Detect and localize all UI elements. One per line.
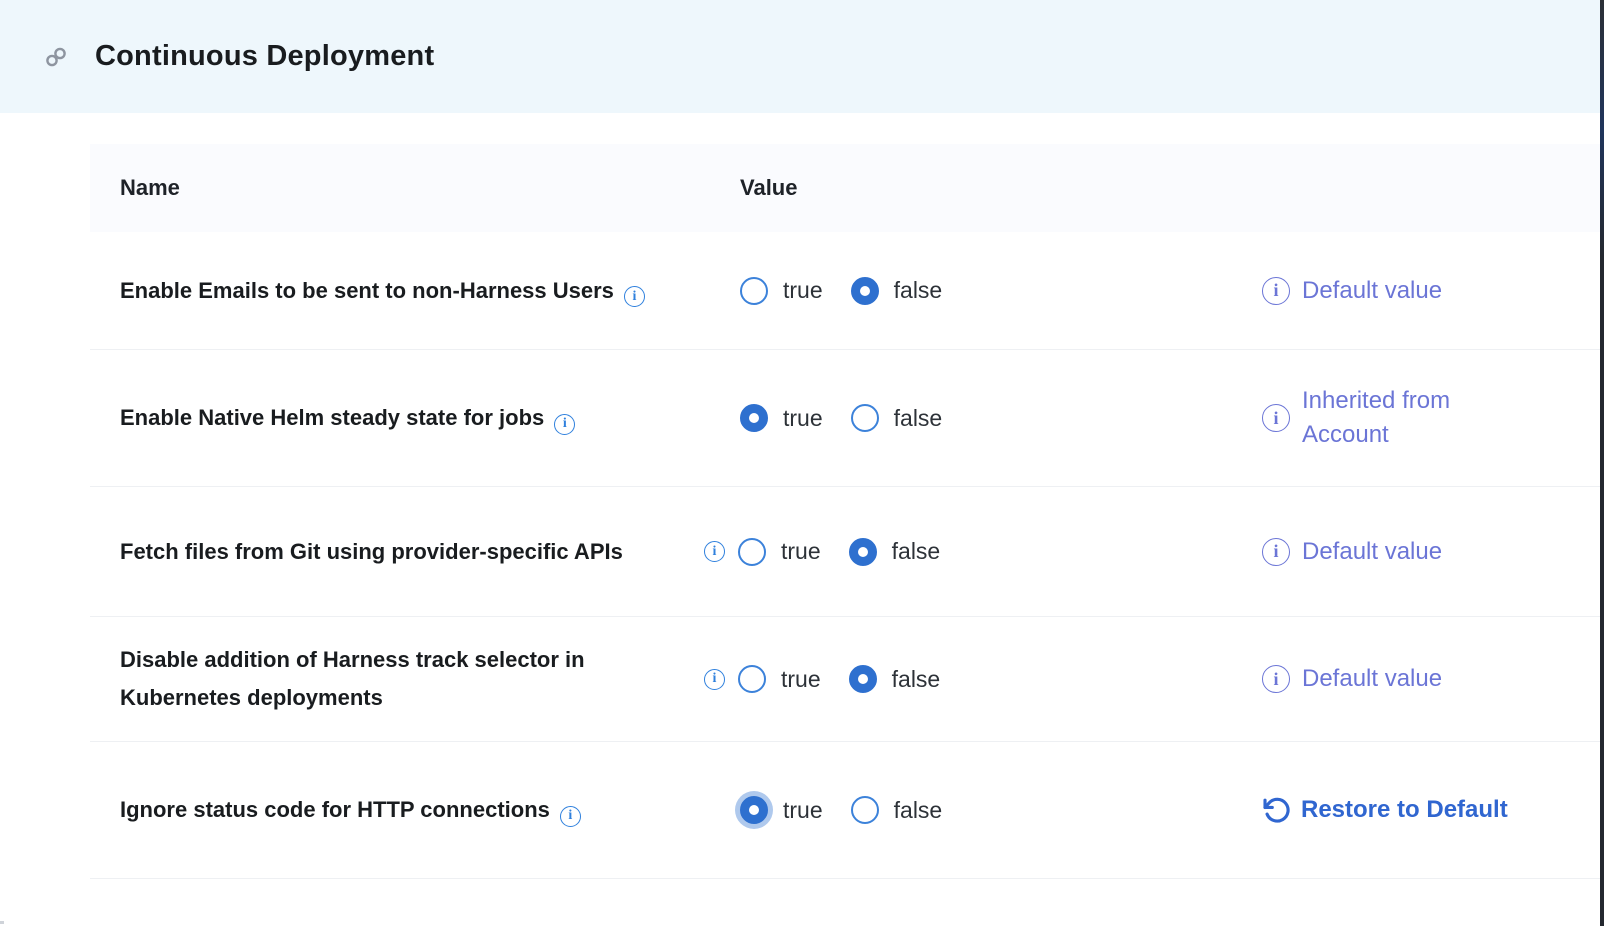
- info-icon[interactable]: i: [624, 286, 645, 307]
- setting-name: Enable Emails to be sent to non-Harness …: [120, 272, 705, 310]
- status-label[interactable]: Restore to Default: [1301, 793, 1508, 827]
- radio-option-false[interactable]: false: [851, 277, 943, 305]
- settings-page: Continuous Deployment Name Value Enable …: [0, 0, 1604, 926]
- radio-true-label[interactable]: true: [783, 277, 823, 304]
- radio-option-false[interactable]: false: [849, 665, 941, 693]
- radio-true[interactable]: [740, 404, 768, 432]
- restore-to-default-button[interactable]: Restore to Default: [1262, 793, 1508, 827]
- status-default-value: i Default value: [1262, 535, 1442, 569]
- status-label: Default value: [1302, 662, 1442, 696]
- info-icon[interactable]: i: [704, 669, 725, 690]
- info-icon[interactable]: i: [1262, 404, 1290, 432]
- radio-option-false[interactable]: false: [851, 796, 943, 824]
- setting-label: Ignore status code for HTTP connections: [120, 797, 550, 822]
- radio-group: i true false: [704, 538, 940, 566]
- radio-true-label[interactable]: true: [783, 405, 823, 432]
- radio-group: i true false: [704, 665, 940, 693]
- radio-group: true false: [740, 404, 942, 432]
- status-default-value: i Default value: [1262, 662, 1442, 696]
- page-title: Continuous Deployment: [95, 40, 434, 73]
- radio-true[interactable]: [738, 665, 766, 693]
- setting-row: Disable addition of Harness track select…: [90, 617, 1600, 742]
- setting-row: Enable Emails to be sent to non-Harness …: [90, 232, 1600, 350]
- status-label: Default value: [1302, 535, 1442, 569]
- radio-false-label[interactable]: false: [892, 666, 941, 693]
- corner-artifact: [0, 921, 4, 924]
- restore-icon[interactable]: [1262, 796, 1291, 825]
- setting-label: Enable Emails to be sent to non-Harness …: [120, 278, 614, 303]
- radio-false[interactable]: [851, 277, 879, 305]
- setting-label: Enable Native Helm steady state for jobs: [120, 405, 544, 430]
- radio-false[interactable]: [849, 538, 877, 566]
- setting-name: Fetch files from Git using provider-spec…: [120, 533, 705, 571]
- setting-row: Enable Native Helm steady state for jobs…: [90, 350, 1600, 487]
- section-header: Continuous Deployment: [0, 0, 1600, 113]
- radio-group: true false: [740, 277, 942, 305]
- radio-false[interactable]: [851, 404, 879, 432]
- link-icon[interactable]: [44, 45, 68, 69]
- table-header: Name Value: [90, 144, 1600, 232]
- radio-option-true[interactable]: true: [738, 665, 821, 693]
- radio-false-label[interactable]: false: [894, 797, 943, 824]
- settings-table: Name Value Enable Emails to be sent to n…: [90, 144, 1600, 879]
- info-icon[interactable]: i: [704, 541, 725, 562]
- radio-true[interactable]: [738, 538, 766, 566]
- column-header-name: Name: [120, 175, 180, 201]
- status-label: Default value: [1302, 274, 1442, 308]
- radio-true[interactable]: [740, 277, 768, 305]
- info-icon[interactable]: i: [1262, 665, 1290, 693]
- column-header-value: Value: [740, 175, 797, 201]
- radio-true-label[interactable]: true: [781, 666, 821, 693]
- radio-true[interactable]: [740, 796, 768, 824]
- window-edge: [1600, 0, 1604, 926]
- setting-name: Disable addition of Harness track select…: [120, 641, 705, 717]
- radio-option-true[interactable]: true: [740, 796, 823, 824]
- setting-row: Ignore status code for HTTP connections i…: [90, 742, 1600, 879]
- info-icon[interactable]: i: [560, 806, 581, 827]
- status-inherited: i Inherited from Account: [1262, 384, 1512, 452]
- info-icon[interactable]: i: [1262, 538, 1290, 566]
- radio-option-true[interactable]: true: [740, 277, 823, 305]
- radio-true-label[interactable]: true: [781, 538, 821, 565]
- radio-true-label[interactable]: true: [783, 797, 823, 824]
- info-icon[interactable]: i: [554, 414, 575, 435]
- radio-false-label[interactable]: false: [892, 538, 941, 565]
- setting-name: Ignore status code for HTTP connections i: [120, 791, 705, 829]
- setting-label: Fetch files from Git using provider-spec…: [120, 539, 623, 564]
- radio-false-label[interactable]: false: [894, 277, 943, 304]
- radio-false[interactable]: [849, 665, 877, 693]
- radio-group: true false: [740, 796, 942, 824]
- radio-option-true[interactable]: true: [740, 404, 823, 432]
- radio-false[interactable]: [851, 796, 879, 824]
- radio-false-label[interactable]: false: [894, 405, 943, 432]
- status-default-value: i Default value: [1262, 274, 1442, 308]
- status-label: Inherited from Account: [1302, 384, 1512, 452]
- radio-option-false[interactable]: false: [851, 404, 943, 432]
- setting-name: Enable Native Helm steady state for jobs…: [120, 399, 705, 437]
- radio-option-false[interactable]: false: [849, 538, 941, 566]
- radio-option-true[interactable]: true: [738, 538, 821, 566]
- setting-label: Disable addition of Harness track select…: [120, 647, 585, 710]
- info-icon[interactable]: i: [1262, 277, 1290, 305]
- setting-row: Fetch files from Git using provider-spec…: [90, 487, 1600, 617]
